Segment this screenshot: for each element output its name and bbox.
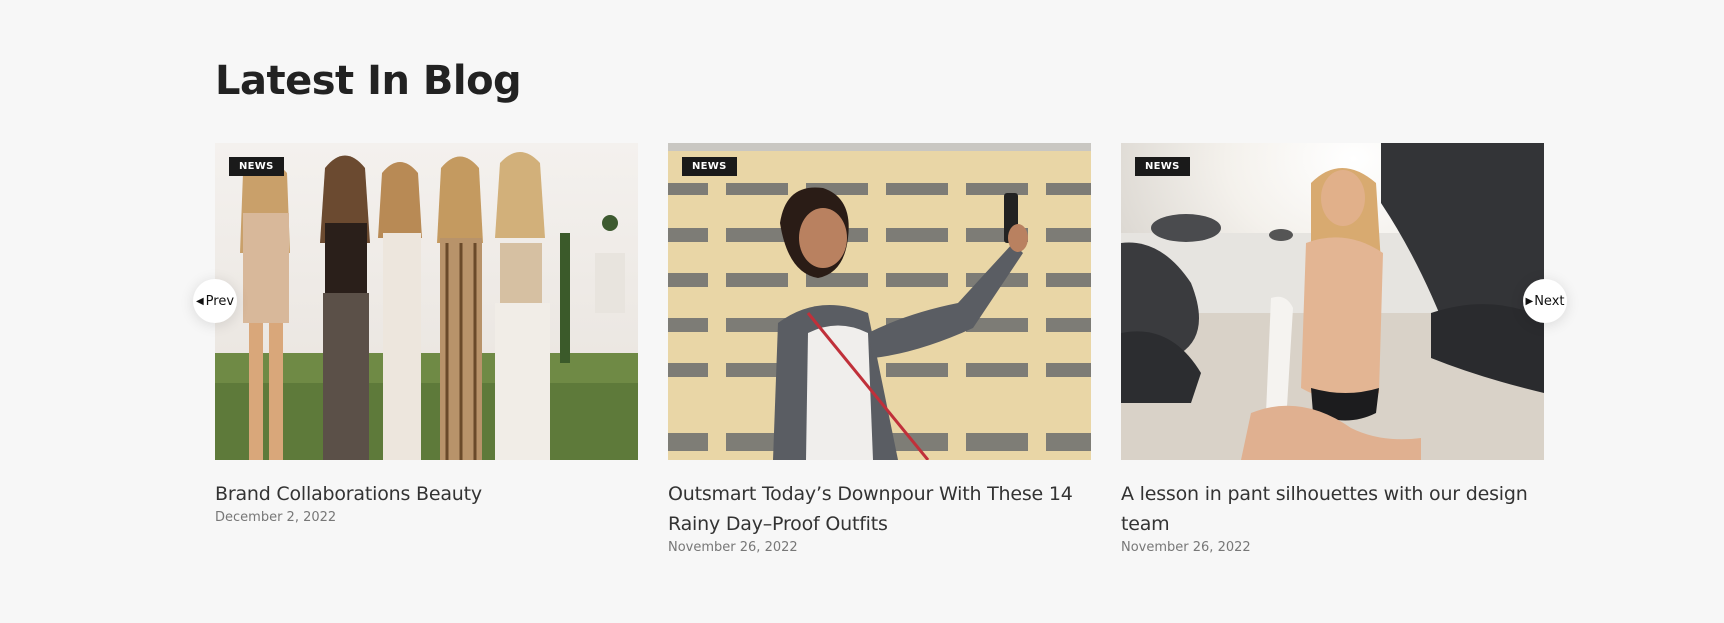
post-thumbnail[interactable]: NEWS bbox=[215, 143, 638, 460]
post-thumbnail[interactable]: NEWS bbox=[668, 143, 1091, 460]
prev-button[interactable]: ◀ Prev bbox=[193, 279, 237, 323]
festival-friends-image bbox=[215, 143, 638, 460]
category-badge[interactable]: NEWS bbox=[682, 157, 737, 176]
caret-left-icon: ◀ bbox=[195, 295, 204, 307]
selfie-woman-image bbox=[668, 143, 1091, 460]
blog-section: Latest In Blog NEWS Brand Collaborations… bbox=[0, 0, 1724, 623]
category-badge[interactable]: NEWS bbox=[229, 157, 284, 176]
beach-woman-image bbox=[1121, 143, 1544, 460]
post-title[interactable]: Brand Collaborations Beauty bbox=[215, 479, 638, 509]
category-badge[interactable]: NEWS bbox=[1135, 157, 1190, 176]
blog-card[interactable]: NEWS A lesson in pant silhouettes with o… bbox=[1121, 143, 1544, 555]
post-date: December 2, 2022 bbox=[215, 510, 337, 525]
prev-label: Prev bbox=[205, 293, 235, 309]
post-title[interactable]: Outsmart Today’s Downpour With These 14 … bbox=[668, 479, 1091, 539]
post-date: November 26, 2022 bbox=[668, 540, 798, 555]
blog-card[interactable]: NEWS Outsmart Today’s Downpour With Thes… bbox=[668, 143, 1091, 555]
post-title[interactable]: A lesson in pant silhouettes with our de… bbox=[1121, 479, 1544, 539]
post-thumbnail[interactable]: NEWS bbox=[1121, 143, 1544, 460]
caret-right-icon: ▶ bbox=[1525, 295, 1534, 307]
section-title: Latest In Blog bbox=[215, 58, 522, 104]
blog-card[interactable]: NEWS Brand Collaborations Beauty Decembe… bbox=[215, 143, 638, 525]
next-button[interactable]: ▶ Next bbox=[1523, 279, 1567, 323]
post-date: November 26, 2022 bbox=[1121, 540, 1251, 555]
next-label: Next bbox=[1534, 293, 1565, 309]
